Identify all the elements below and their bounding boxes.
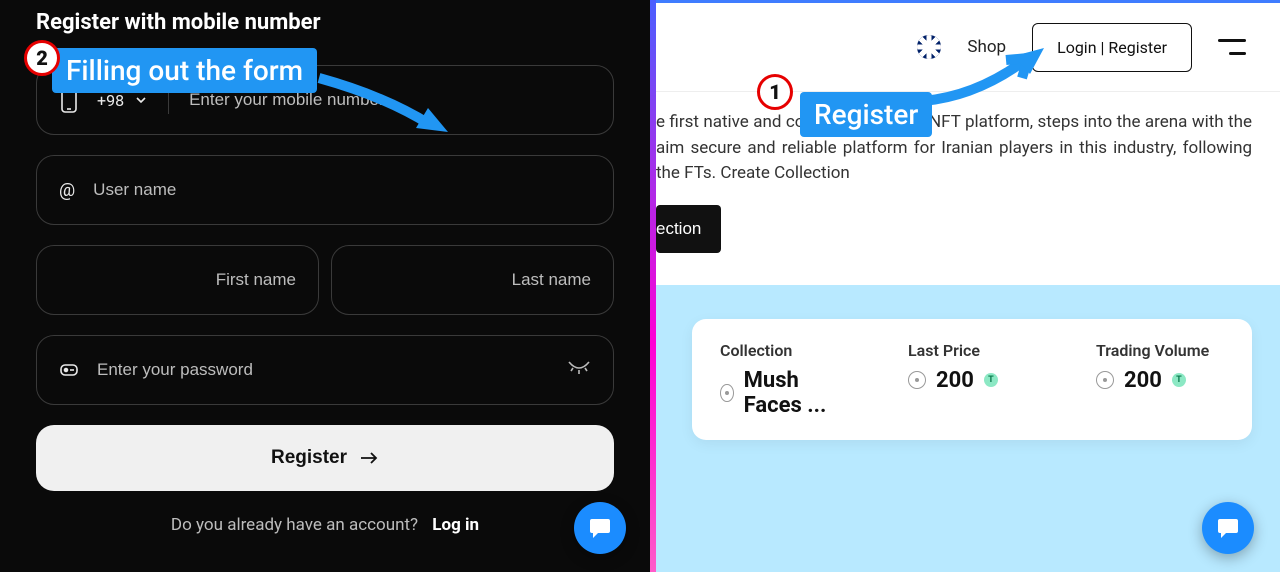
- menu-icon[interactable]: [1218, 39, 1246, 55]
- site-header: Shop Login | Register: [656, 0, 1280, 92]
- language-flag-icon[interactable]: [917, 35, 941, 59]
- volume-stat: Trading Volume 200 T: [1096, 341, 1224, 418]
- username-input[interactable]: [93, 180, 591, 200]
- at-icon: @: [59, 180, 75, 201]
- shop-link[interactable]: Shop: [967, 37, 1006, 57]
- collection-stat: Collection Mush Faces ...: [720, 341, 848, 418]
- token-badge-icon: T: [984, 373, 998, 387]
- lastprice-value: 200: [936, 368, 974, 393]
- hero-body: e first native and completely Iranian NF…: [656, 92, 1280, 253]
- step-badge-2: 2: [24, 40, 60, 76]
- mobile-input[interactable]: [189, 90, 591, 110]
- country-code-selector[interactable]: +98: [97, 91, 148, 110]
- login-link[interactable]: Log in: [432, 515, 479, 535]
- lastprice-label: Last Price: [908, 341, 1036, 360]
- key-icon: [59, 360, 79, 380]
- lastname-field[interactable]: [331, 245, 614, 315]
- collection-value: Mush Faces ...: [744, 368, 848, 418]
- password-field[interactable]: [36, 335, 614, 405]
- token-badge-icon: T: [1172, 373, 1186, 387]
- bullet-icon: [1096, 371, 1114, 389]
- volume-label: Trading Volume: [1096, 341, 1224, 360]
- register-button-label: Register: [271, 447, 347, 469]
- username-field[interactable]: @: [36, 155, 614, 225]
- collection-label: Collection: [720, 341, 848, 360]
- country-code-value: +98: [97, 91, 124, 110]
- chat-widget-right[interactable]: [1202, 502, 1254, 554]
- login-register-button[interactable]: Login | Register: [1032, 23, 1192, 72]
- register-title: Register with mobile number: [36, 10, 614, 35]
- lastprice-stat: Last Price 200 T: [908, 341, 1036, 418]
- arrow-right-icon: [359, 450, 379, 466]
- lastname-input[interactable]: [354, 270, 591, 290]
- login-prompt: Do you already have an account? Log in: [36, 515, 614, 535]
- chevron-down-icon: [134, 93, 148, 107]
- password-input[interactable]: [97, 360, 567, 380]
- hero-text: e first native and completely Iranian NF…: [656, 110, 1252, 187]
- bullet-icon: [720, 384, 734, 402]
- show-password-icon[interactable]: [567, 360, 591, 380]
- firstname-input[interactable]: [59, 270, 296, 290]
- stats-section: Collection Mush Faces ... Last Price 200…: [656, 285, 1280, 572]
- step-label-1: Register: [800, 92, 932, 137]
- create-collection-button[interactable]: ection: [656, 205, 721, 253]
- stats-card: Collection Mush Faces ... Last Price 200…: [692, 319, 1252, 440]
- firstname-field[interactable]: [36, 245, 319, 315]
- site-panel: Shop Login | Register e first native and…: [656, 0, 1280, 572]
- step-badge-1: 1: [757, 74, 793, 110]
- have-account-text: Do you already have an account?: [171, 515, 418, 535]
- register-button[interactable]: Register: [36, 425, 614, 491]
- chat-widget-left[interactable]: [574, 502, 626, 554]
- step-label-2: Filling out the form: [52, 48, 317, 93]
- volume-value: 200: [1124, 368, 1162, 393]
- bullet-icon: [908, 371, 926, 389]
